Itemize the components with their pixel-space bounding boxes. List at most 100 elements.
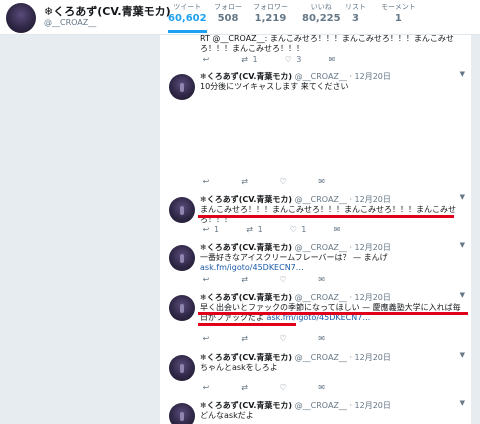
stat-label: いいね (310, 3, 332, 11)
message-button[interactable]: ✉ (331, 225, 343, 234)
tweet-author-name[interactable]: ❄くろあず(CV.青葉モカ) (200, 243, 292, 252)
like-button[interactable]: ♡ (277, 334, 291, 343)
tweet-text-body: 一番好きなアイスクリームフレーバーは？ — まんげ (200, 253, 388, 262)
tweet-item[interactable]: ❄くろあず(CV.青葉モカ) @__CROAZ__ · 12月20日 ▼ 早く出… (160, 288, 471, 349)
envelope-icon: ✉ (318, 177, 325, 186)
tweet-header: ❄くろあず(CV.青葉モカ) @__CROAZ__ · 12月20日 (200, 194, 391, 205)
tweet-text: RT @__CROAZ__: まんこみせろ！！！まんこみせろ！！！まんこみせろ！… (200, 35, 454, 53)
reply-button[interactable]: ↩ (200, 275, 214, 284)
tweet-author-handle[interactable]: @__CROAZ__ (295, 293, 347, 302)
tweet-timestamp[interactable]: · 12月20日 (349, 72, 390, 81)
retweet-icon: ⇄ (241, 55, 248, 64)
message-button[interactable]: ✉ (316, 383, 328, 392)
message-button[interactable]: ✉ (316, 275, 328, 284)
retweet-button[interactable]: ⇄ 1 (239, 55, 257, 64)
chevron-down-icon[interactable]: ▼ (460, 399, 465, 407)
stat-lists[interactable]: リスト 3 (345, 2, 366, 26)
stat-followers[interactable]: フォロワー 1,219 (253, 2, 288, 26)
tweet-timestamp[interactable]: · 12月20日 (349, 353, 390, 362)
tweet-author-handle[interactable]: @__CROAZ__ (295, 401, 347, 410)
stat-moments[interactable]: モーメント 1 (381, 2, 416, 26)
heart-icon: ♡ (279, 275, 287, 284)
profile-handle: @__CROAZ__ (44, 18, 97, 27)
reply-button[interactable]: ↩ (200, 383, 214, 392)
retweet-button[interactable]: ⇄ (239, 383, 253, 392)
reply-icon: ↩ (202, 383, 210, 392)
retweet-button[interactable]: ⇄ (239, 177, 253, 186)
like-button[interactable]: ♡ (277, 275, 291, 284)
stat-value: 80,225 (302, 13, 341, 24)
reply-button[interactable]: ↩ 1 (200, 225, 219, 234)
stat-value: 1,219 (254, 13, 287, 24)
tweet-author-handle[interactable]: @__CROAZ__ (295, 72, 347, 81)
tweet-actions: ↩ ⇄ ♡ ✉ (200, 275, 350, 284)
stat-label: フォロー (214, 3, 242, 11)
chevron-down-icon[interactable]: ▼ (460, 291, 465, 299)
tweet-avatar[interactable] (169, 74, 195, 100)
reply-icon: ↩ (202, 275, 210, 284)
tweet-item[interactable]: ❄くろあず(CV.青葉モカ) @__CROAZ__ · 12月20日 ▼ ちゃん… (160, 348, 471, 397)
reply-button[interactable]: ↩ (200, 177, 214, 186)
tweet-author-handle[interactable]: @__CROAZ__ (295, 243, 347, 252)
tweet-author-name[interactable]: ❄くろあず(CV.青葉モカ) (200, 195, 292, 204)
message-button[interactable]: ✉ (316, 334, 328, 343)
chevron-down-icon[interactable]: ▼ (460, 193, 465, 201)
heart-icon: ♡ (279, 177, 287, 186)
reply-icon: ↩ (202, 334, 210, 343)
tweet-item[interactable]: ❄くろあず(CV.青葉モカ) @__CROAZ__ · 12月20日 ▼ 一番好… (160, 238, 471, 289)
tweet-avatar[interactable] (169, 197, 195, 223)
like-button[interactable]: ♡ 1 (287, 225, 307, 234)
stat-tweets[interactable]: ツイート 60,602 (168, 2, 207, 33)
tweet-text: 10分後にツイキャスします 来てください (200, 82, 349, 91)
retweet-button[interactable]: ⇄ 1 (244, 225, 262, 234)
tweet-timeline: RT @__CROAZ__: まんこみせろ！！！まんこみせろ！！！まんこみせろ！… (160, 35, 471, 424)
tweet-author-handle[interactable]: @__CROAZ__ (295, 353, 347, 362)
tweet-header: ❄くろあず(CV.青葉モカ) @__CROAZ__ · 12月20日 (200, 242, 391, 253)
tweet-author-name[interactable]: ❄くろあず(CV.青葉モカ) (200, 353, 292, 362)
tweet-avatar[interactable] (169, 245, 195, 271)
profile-name[interactable]: ❄くろあず(CV.青葉モカ) (44, 3, 171, 19)
stat-following[interactable]: フォロー 508 (214, 2, 242, 26)
like-button[interactable]: ♡ (277, 177, 291, 186)
tweet-avatar[interactable] (169, 403, 195, 424)
tweet-author-handle[interactable]: @__CROAZ__ (295, 195, 347, 204)
chevron-down-icon[interactable]: ▼ (460, 241, 465, 249)
tweet-timestamp[interactable]: · 12月20日 (349, 195, 390, 204)
retweet-button[interactable]: ⇄ (239, 334, 253, 343)
message-button[interactable]: ✉ (326, 55, 338, 64)
tweet-link[interactable]: ask.fm/igoto/45DKECN7… (200, 263, 304, 272)
tweet-item[interactable]: ❄くろあず(CV.青葉モカ) @__CROAZ__ · 12月20日 ▼ どんな… (160, 396, 471, 424)
tweet-timestamp[interactable]: · 12月20日 (349, 293, 390, 302)
tweet-item[interactable]: RT @__CROAZ__: まんこみせろ！！！まんこみせろ！！！まんこみせろ！… (160, 35, 471, 68)
tweet-avatar[interactable] (169, 295, 195, 321)
tweet-author-name[interactable]: ❄くろあず(CV.青葉モカ) (200, 72, 292, 81)
reply-icon: ↩ (202, 55, 210, 64)
stat-value: 3 (352, 13, 359, 24)
stat-label: フォロワー (253, 3, 288, 11)
tweet-timestamp[interactable]: · 12月20日 (349, 243, 390, 252)
retweet-icon: ⇄ (241, 334, 248, 343)
envelope-icon: ✉ (318, 334, 325, 343)
reply-button[interactable]: ↩ (200, 334, 214, 343)
tweet-avatar[interactable] (169, 355, 195, 381)
stat-label: ツイート (173, 3, 202, 11)
message-button[interactable]: ✉ (316, 177, 328, 186)
like-button[interactable]: ♡ 3 (282, 55, 302, 64)
tweet-text: ちゃんとaskをしろよ (200, 363, 278, 372)
envelope-icon: ✉ (318, 383, 325, 392)
tweet-item[interactable]: ❄くろあず(CV.青葉モカ) @__CROAZ__ · 12月20日 ▼ まんこ… (160, 190, 471, 239)
profile-avatar[interactable] (6, 3, 36, 33)
envelope-icon: ✉ (318, 275, 325, 284)
stat-likes[interactable]: いいね 80,225 (302, 2, 341, 26)
chevron-down-icon[interactable]: ▼ (460, 351, 465, 359)
tweet-author-name[interactable]: ❄くろあず(CV.青葉モカ) (200, 401, 292, 410)
reply-button[interactable]: ↩ (200, 55, 214, 64)
retweet-button[interactable]: ⇄ (239, 275, 253, 284)
like-button[interactable]: ♡ (277, 383, 291, 392)
tweet-author-name[interactable]: ❄くろあず(CV.青葉モカ) (200, 293, 292, 302)
annotation-underline (198, 312, 468, 315)
tweet-timestamp[interactable]: · 12月20日 (349, 401, 390, 410)
chevron-down-icon[interactable]: ▼ (460, 70, 465, 78)
tweet-item[interactable]: ❄くろあず(CV.青葉モカ) @__CROAZ__ · 12月20日 ▼ 10分… (160, 67, 471, 191)
heart-icon: ♡ (279, 334, 287, 343)
